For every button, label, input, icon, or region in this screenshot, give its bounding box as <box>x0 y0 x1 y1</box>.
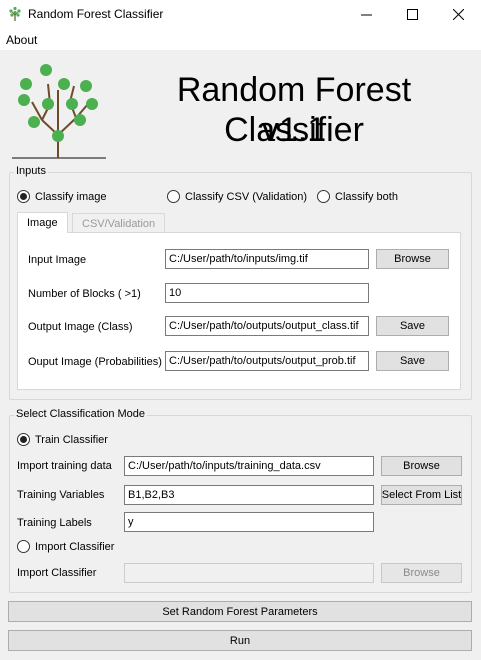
title-bar: Random Forest Classifier <box>0 0 481 28</box>
tab-image[interactable]: Image <box>17 212 68 233</box>
training-labels-field[interactable]: y <box>124 512 374 532</box>
tab-csv-validation[interactable]: CSV/Validation <box>72 213 166 233</box>
output-class-field[interactable]: C:/User/path/to/outputs/output_class.tif <box>165 316 369 336</box>
radio-classify-both[interactable]: Classify both <box>317 190 398 203</box>
tree-logo-icon <box>12 64 106 159</box>
training-variables-label: Training Variables <box>17 489 105 501</box>
training-data-field[interactable]: C:/User/path/to/inputs/training_data.csv <box>124 456 374 476</box>
run-button[interactable]: Run <box>8 630 472 651</box>
menu-bar: About <box>0 28 481 50</box>
inputs-group-label: Inputs <box>14 165 48 177</box>
output-class-label: Output Image (Class) <box>28 321 133 333</box>
import-classifier-label: Import Classifier <box>17 567 97 579</box>
radio-import-classifier-label: Import Classifier <box>35 540 115 553</box>
input-image-field[interactable]: C:/User/path/to/inputs/img.tif <box>165 249 369 269</box>
save-prob-button[interactable]: Save <box>376 351 449 371</box>
close-button[interactable] <box>435 0 481 28</box>
maximize-button[interactable] <box>389 0 435 28</box>
close-icon <box>452 8 464 20</box>
training-labels-label: Training Labels <box>17 517 92 529</box>
radio-unchecked-icon <box>317 190 330 203</box>
menu-about[interactable]: About <box>6 33 37 47</box>
output-prob-field[interactable]: C:/User/path/to/outputs/output_prob.tif <box>165 351 369 371</box>
maximize-icon <box>406 8 418 20</box>
input-image-browse-button[interactable]: Browse <box>376 249 449 269</box>
training-data-label: Import training data <box>17 460 112 472</box>
radio-checked-icon <box>17 433 30 446</box>
training-variables-field[interactable]: B1,B2,B3 <box>124 485 374 505</box>
radio-classify-csv-label: Classify CSV (Validation) <box>185 190 308 203</box>
minimize-icon <box>360 14 372 15</box>
radio-unchecked-icon <box>167 190 180 203</box>
app-header-version: v1.1 <box>261 111 327 149</box>
import-classifier-browse-button[interactable]: Browse <box>381 563 462 583</box>
minimize-button[interactable] <box>343 0 389 28</box>
radio-classify-both-label: Classify both <box>335 190 398 203</box>
app-tree-icon <box>9 6 21 21</box>
set-parameters-button[interactable]: Set Random Forest Parameters <box>8 601 472 622</box>
blocks-field[interactable]: 10 <box>165 283 369 303</box>
radio-import-classifier[interactable]: Import Classifier <box>17 540 114 553</box>
window-title: Random Forest Classifier <box>28 7 164 21</box>
output-prob-label: Ouput Image (Probabilities) <box>28 356 162 368</box>
training-data-browse-button[interactable]: Browse <box>381 456 462 476</box>
radio-train-classifier[interactable]: Train Classifier <box>17 433 108 446</box>
select-from-list-button[interactable]: Select From List <box>381 485 462 505</box>
input-image-label: Input Image <box>28 254 87 266</box>
import-classifier-field[interactable] <box>124 563 374 583</box>
radio-checked-icon <box>17 190 30 203</box>
mode-group-label: Select Classification Mode <box>14 408 148 420</box>
radio-classify-image-label: Classify image <box>35 190 107 203</box>
radio-classify-csv[interactable]: Classify CSV (Validation) <box>167 190 307 203</box>
radio-classify-image[interactable]: Classify image <box>17 190 107 203</box>
blocks-label: Number of Blocks ( >1) <box>28 288 141 300</box>
save-class-button[interactable]: Save <box>376 316 449 336</box>
radio-unchecked-icon <box>17 540 30 553</box>
radio-train-classifier-label: Train Classifier <box>35 433 108 446</box>
